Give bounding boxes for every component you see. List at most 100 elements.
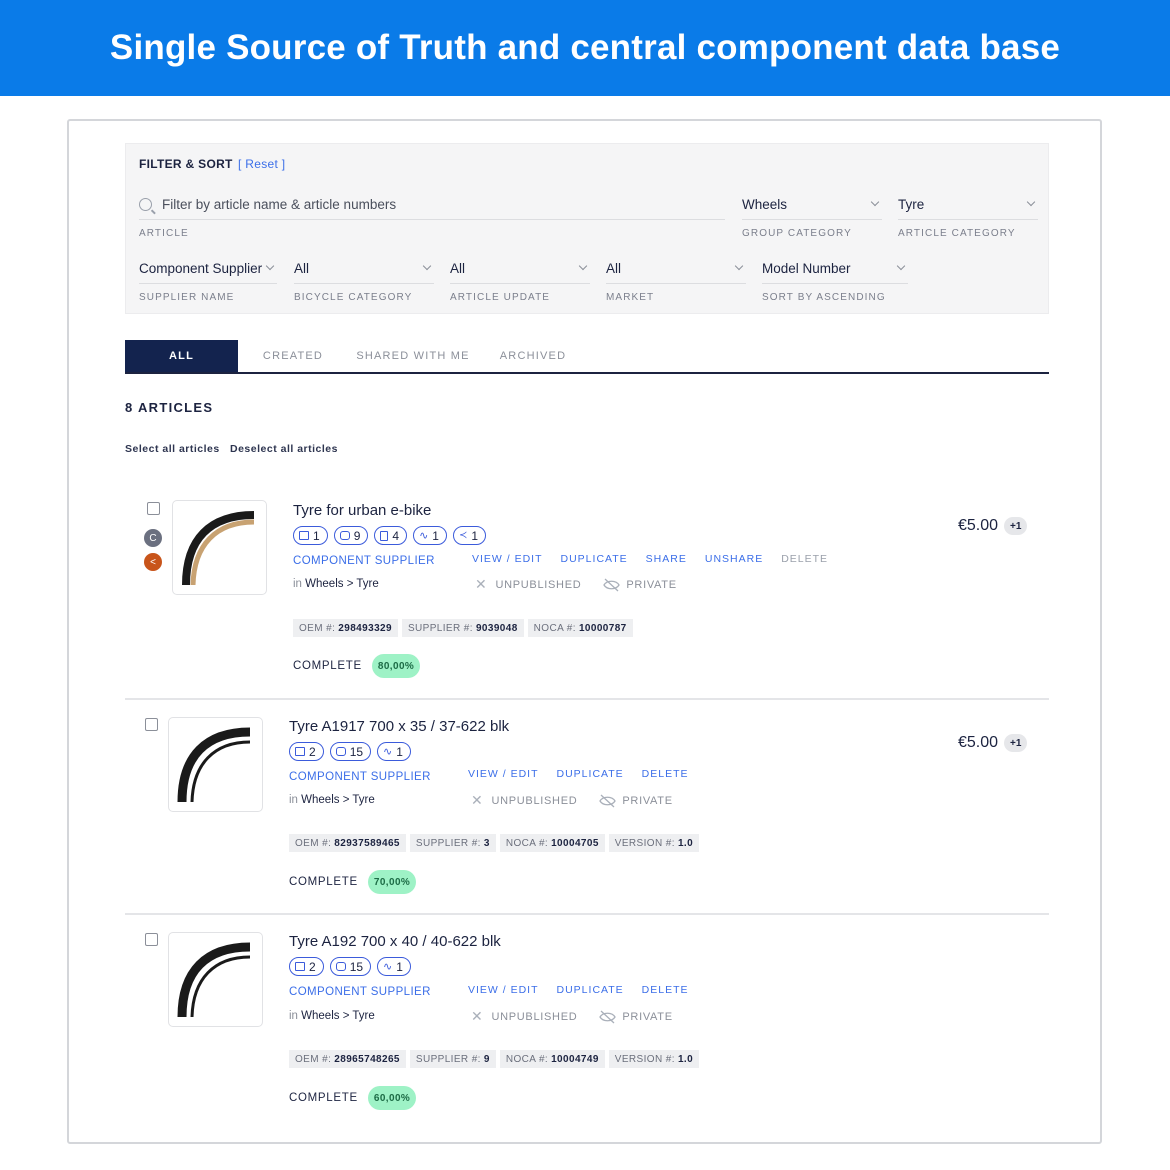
article-title[interactable]: Tyre for urban e-bike xyxy=(293,502,431,519)
chevron-down-icon xyxy=(870,197,880,207)
tab-archived[interactable]: ARCHIVED xyxy=(493,340,573,372)
group-category-value: Wheels xyxy=(742,197,788,212)
variants-count[interactable]: 15 xyxy=(329,742,372,761)
layers-icon xyxy=(335,747,346,756)
activity-count-value: 1 xyxy=(396,744,403,759)
activity-count[interactable]: ∿ 1 xyxy=(377,957,411,976)
article-row: Tyre A1917 700 x 35 / 37-622 blk 2 15 ∿ 1… xyxy=(125,700,1049,915)
unpublished-label: UNPUBLISHED xyxy=(491,1010,578,1023)
supplier-link[interactable]: COMPONENT SUPPLIER xyxy=(289,986,431,998)
search-icon xyxy=(139,198,152,211)
noca-value: 10004705 xyxy=(551,837,599,849)
view-edit-button[interactable]: VIEW / EDIT xyxy=(468,984,539,996)
variants-count-value: 15 xyxy=(349,959,364,974)
images-count[interactable]: 2 xyxy=(289,957,324,976)
view-edit-button[interactable]: VIEW / EDIT xyxy=(468,768,539,780)
version-value: 1.0 xyxy=(677,1053,694,1065)
bicycle-category-select[interactable]: All BICYCLE CATEGORY xyxy=(294,254,434,303)
view-edit-button[interactable]: VIEW / EDIT xyxy=(472,553,543,565)
market-caption: MARKET xyxy=(606,292,655,303)
duplicate-button[interactable]: DUPLICATE xyxy=(557,768,624,780)
complete-label: COMPLETE xyxy=(289,1092,358,1104)
unpublished-label: UNPUBLISHED xyxy=(495,578,582,591)
chevron-down-icon xyxy=(578,261,588,271)
images-count-value: 1 xyxy=(313,528,320,543)
category-breadcrumb: in Wheels > Tyre xyxy=(289,1010,375,1022)
completeness: COMPLETE 60,00% xyxy=(289,1086,417,1110)
tab-all[interactable]: ALL xyxy=(125,340,238,372)
crumb-path: Wheels > Tyre xyxy=(301,1010,375,1022)
oem-value: 298493329 xyxy=(338,622,392,634)
select-all-link[interactable]: Select all articles xyxy=(125,443,220,455)
share-icon: ≺ xyxy=(458,530,468,541)
crumb-path: Wheels > Tyre xyxy=(305,578,379,590)
reset-button[interactable]: [ Reset ] xyxy=(238,157,285,171)
market-select[interactable]: All MARKET xyxy=(606,254,746,303)
article-checkbox[interactable] xyxy=(147,502,160,515)
sort-select[interactable]: Model Number SORT BY ASCENDING xyxy=(762,254,908,303)
sort-caption: SORT BY ASCENDING xyxy=(762,292,886,303)
activity-count[interactable]: ∿ 1 xyxy=(377,742,411,761)
article-actions: VIEW / EDIT DUPLICATE SHARE UNSHARE DELE… xyxy=(472,553,846,565)
supplier-number-label: SUPPLIER #: xyxy=(407,622,473,634)
article-title[interactable]: Tyre A1917 700 x 35 / 37-622 blk xyxy=(289,718,509,735)
article-checkbox[interactable] xyxy=(145,718,158,731)
crumb-in: in xyxy=(289,794,298,806)
version-label: VERSION #: xyxy=(614,1053,675,1065)
shares-count-value: 1 xyxy=(471,528,479,543)
search-input[interactable]: Filter by article name & article numbers xyxy=(139,190,725,220)
article-stats: 2 15 ∿ 1 xyxy=(289,742,411,761)
price-value: €5.00 xyxy=(958,734,999,751)
market-value: All xyxy=(606,261,622,276)
article-thumbnail[interactable] xyxy=(168,717,263,812)
noca-label: NOCA #: xyxy=(505,1053,549,1065)
images-count[interactable]: 1 xyxy=(293,526,328,545)
article-category-select[interactable]: Tyre ARTICLE CATEGORY xyxy=(898,190,1038,239)
private-label: PRIVATE xyxy=(622,794,673,807)
complete-badge: 60,00% xyxy=(367,1086,417,1110)
duplicate-button[interactable]: DUPLICATE xyxy=(561,553,628,565)
article-checkbox[interactable] xyxy=(145,933,158,946)
shares-count[interactable]: ≺ 1 xyxy=(452,526,487,545)
publish-status: ✕ UNPUBLISHED PRIVATE xyxy=(475,576,677,593)
article-title[interactable]: Tyre A192 700 x 40 / 40-622 blk xyxy=(289,933,501,950)
article-thumbnail[interactable] xyxy=(172,500,267,595)
article-thumbnail[interactable] xyxy=(168,932,263,1027)
group-category-select[interactable]: Wheels GROUP CATEGORY xyxy=(742,190,882,239)
oem-number: OEM #: 298493329 xyxy=(293,619,398,637)
article-search: Filter by article name & article numbers… xyxy=(139,190,725,239)
delete-button[interactable]: DELETE xyxy=(781,553,828,565)
delete-button[interactable]: DELETE xyxy=(642,984,689,996)
supplier-link[interactable]: COMPONENT SUPPLIER xyxy=(289,771,431,783)
deselect-all-link[interactable]: Deselect all articles xyxy=(230,443,338,455)
share-button[interactable]: SHARE xyxy=(646,553,687,565)
variants-count[interactable]: 9 xyxy=(333,526,369,545)
completeness: COMPLETE 70,00% xyxy=(289,870,417,894)
duplicate-button[interactable]: DUPLICATE xyxy=(557,984,624,996)
supplier-name-select[interactable]: Component Supplier SUPPLIER NAME xyxy=(139,254,277,303)
article-update-select[interactable]: All ARTICLE UPDATE xyxy=(450,254,590,303)
price-more-badge[interactable]: +1 xyxy=(1004,517,1028,535)
variants-count-value: 15 xyxy=(349,744,364,759)
article-price: €5.00 +1 xyxy=(958,517,1028,535)
price-value: €5.00 xyxy=(958,517,999,534)
delete-button[interactable]: DELETE xyxy=(642,768,689,780)
documents-count[interactable]: 4 xyxy=(374,526,408,545)
unpublished-label: UNPUBLISHED xyxy=(491,794,578,807)
bicycle-category-caption: BICYCLE CATEGORY xyxy=(294,292,413,303)
variants-count[interactable]: 15 xyxy=(329,957,372,976)
banner-title: Single Source of Truth and central compo… xyxy=(109,28,1061,67)
tab-shared-with-me[interactable]: SHARED WITH ME xyxy=(353,340,473,372)
activity-icon: ∿ xyxy=(383,961,393,973)
activity-count[interactable]: ∿ 1 xyxy=(413,526,447,545)
image-icon xyxy=(295,747,305,756)
price-more-badge[interactable]: +1 xyxy=(1004,734,1028,752)
unshare-button[interactable]: UNSHARE xyxy=(705,553,763,565)
private-label: PRIVATE xyxy=(626,578,677,591)
banner: Single Source of Truth and central compo… xyxy=(0,0,1170,96)
supplier-link[interactable]: COMPONENT SUPPLIER xyxy=(293,555,435,567)
tab-created[interactable]: CREATED xyxy=(253,340,333,372)
publish-status: ✕ UNPUBLISHED PRIVATE xyxy=(471,1008,673,1025)
crumb-in: in xyxy=(289,1010,298,1022)
images-count[interactable]: 2 xyxy=(289,742,324,761)
